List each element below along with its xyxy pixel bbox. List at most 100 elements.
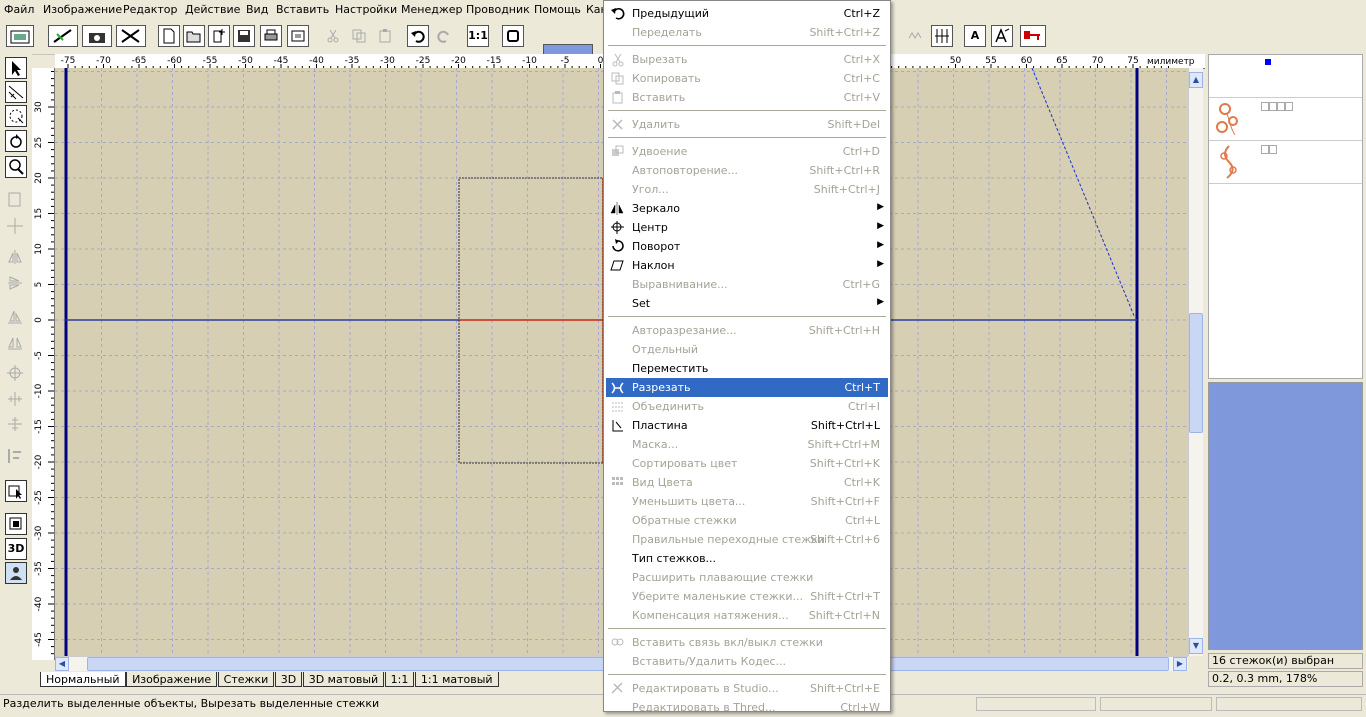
save-button[interactable] [233,25,255,47]
thumbnail-row[interactable] [1209,98,1362,141]
vertical-scroll-thumb[interactable] [1189,313,1203,433]
context-menu-item[interactable]: Уменьшить цвета... Shift+Ctrl+F [606,492,888,511]
scroll-right-arrow-icon[interactable]: ▶ [1173,657,1187,671]
context-menu-item[interactable]: Наклон ▶ [606,256,888,275]
new-button[interactable] [158,25,180,47]
print-button[interactable] [260,25,282,47]
menu-help[interactable]: Помощь [534,3,581,16]
undo-button[interactable] [407,25,429,47]
menu-explorer[interactable]: Проводник [466,3,530,16]
rotate-tool[interactable] [5,130,27,152]
menu-action[interactable]: Действие [185,3,240,16]
context-menu-item[interactable]: Копировать Ctrl+C [606,69,888,88]
align-tool[interactable] [5,306,27,328]
tab-normal[interactable]: Нормальный [40,672,126,687]
center-tool[interactable] [5,363,27,385]
context-menu-item[interactable]: Редактировать в Studio... Shift+Ctrl+E [606,679,888,698]
context-menu-item[interactable]: Расширить плавающие стежки [606,568,888,587]
move-tool[interactable] [5,216,27,238]
design-library-button[interactable] [6,25,34,47]
context-menu-item[interactable]: Обратные стежки Ctrl+L [606,511,888,530]
context-menu-item[interactable]: Объединить Ctrl+I [606,397,888,416]
security-key-button[interactable] [1020,25,1046,47]
context-menu-item[interactable]: Зеркало ▶ [606,199,888,218]
context-menu-item[interactable]: Авторазрезание... Shift+Ctrl+H [606,321,888,340]
tab-image[interactable]: Изображение [126,672,218,687]
context-menu-item[interactable]: Сортировать цвет Shift+Ctrl+K [606,454,888,473]
menu-settings[interactable]: Настройки [335,3,397,16]
context-menu-item[interactable]: Вставить/Удалить Кодес... [606,652,888,671]
context-menu-item[interactable]: Отдельный [606,340,888,359]
context-menu-item[interactable]: Удалить Shift+Del [606,115,888,134]
menu-manager[interactable]: Менеджер [401,3,462,16]
scroll-down-arrow-icon[interactable]: ▼ [1189,638,1203,654]
tab-1to1-matte[interactable]: 1:1 матовый [414,672,499,687]
context-menu-item[interactable]: Вид Цвета Ctrl+K [606,473,888,492]
stitch-select-tool[interactable] [5,480,27,502]
space-v-tool[interactable] [5,414,27,436]
scan-button[interactable] [82,25,112,47]
cut-tool-button[interactable] [322,25,344,47]
menu-file[interactable]: Файл [4,3,34,16]
distribute-tool[interactable] [5,332,27,354]
view-3d-button[interactable]: 3D [5,538,27,560]
menu-image[interactable]: Изображение [43,3,122,16]
space-h-tool[interactable] [5,389,27,411]
context-menu-item[interactable]: Переделать Shift+Ctrl+Z [606,23,888,42]
context-menu-item[interactable]: Set ▶ [606,294,888,313]
thumbnail-row[interactable] [1209,141,1362,184]
context-menu-item[interactable]: Вставить связь вкл/выкл стежки [606,633,888,652]
context-menu-item[interactable]: Центр ▶ [606,218,888,237]
context-menu-item[interactable]: Маска... Shift+Ctrl+M [606,435,888,454]
tab-1to1[interactable]: 1:1 [384,672,415,687]
open-new-button[interactable] [208,25,230,47]
tab-stitches[interactable]: Стежки [217,672,275,687]
context-menu-item[interactable]: Автоповторение... Shift+Ctrl+R [606,161,888,180]
mirror-h-tool[interactable] [5,273,27,295]
print-preview-button[interactable] [287,25,309,47]
context-menu-item[interactable]: Редактировать в Thred... Ctrl+W [606,698,888,717]
context-menu-item[interactable]: Удвоение Ctrl+D [606,142,888,161]
wave-tool-button[interactable] [905,25,927,47]
open-button[interactable] [183,25,205,47]
stitch-button[interactable] [116,25,146,47]
copy-tool-button[interactable] [348,25,370,47]
stack-tool[interactable] [5,446,27,468]
menu-editor[interactable]: Редактор [123,3,178,16]
context-menu-item[interactable]: Разрезать Ctrl+T [606,378,888,397]
context-menu-item[interactable]: Правильные переходные стежки Shift+Ctrl+6 [606,530,888,549]
context-menu-item[interactable]: Вставить Ctrl+V [606,88,888,107]
context-menu-item[interactable]: Переместить [606,359,888,378]
context-menu-item[interactable]: Пластина Shift+Ctrl+L [606,416,888,435]
select-tool[interactable] [5,57,27,79]
menu-view[interactable]: Вид [246,3,268,16]
context-menu-item[interactable]: Уберите маленькие стежки... Shift+Ctrl+T [606,587,888,606]
context-menu-item[interactable]: Выравнивание... Ctrl+G [606,275,888,294]
zoom-1to1-button[interactable]: 1:1 [467,25,489,47]
text-edit-button[interactable] [991,25,1013,47]
context-menu-item[interactable]: Предыдущий Ctrl+Z [606,4,888,23]
scroll-left-arrow-icon[interactable]: ◀ [55,657,69,671]
fullscreen-button[interactable] [502,25,524,47]
measure-button[interactable] [931,25,953,47]
vertical-scrollbar[interactable]: ▲ ▼ [1188,68,1203,656]
context-menu-item[interactable]: Вырезать Ctrl+X [606,50,888,69]
lasso-tool[interactable] [5,81,27,103]
layer-view-button[interactable] [5,513,27,535]
hoop-button[interactable] [48,25,78,47]
realistic-view-button[interactable] [5,562,27,584]
freehand-tool[interactable] [5,105,27,127]
mirror-v-tool[interactable] [5,247,27,269]
transform-tool[interactable] [5,190,27,212]
context-menu-item[interactable]: Угол... Shift+Ctrl+J [606,180,888,199]
thumbnail-row[interactable] [1209,55,1362,98]
scroll-up-arrow-icon[interactable]: ▲ [1189,72,1203,88]
context-menu-item[interactable]: Компенсация натяжения... Shift+Ctrl+N [606,606,888,625]
text-button[interactable]: A [964,25,986,47]
paste-tool-button[interactable] [374,25,396,47]
redo-button[interactable] [433,25,455,47]
menu-insert[interactable]: Вставить [276,3,329,16]
context-menu-item[interactable]: Поворот ▶ [606,237,888,256]
tab-3d-matte[interactable]: 3D матовый [302,672,385,687]
tab-3d[interactable]: 3D [274,672,303,687]
